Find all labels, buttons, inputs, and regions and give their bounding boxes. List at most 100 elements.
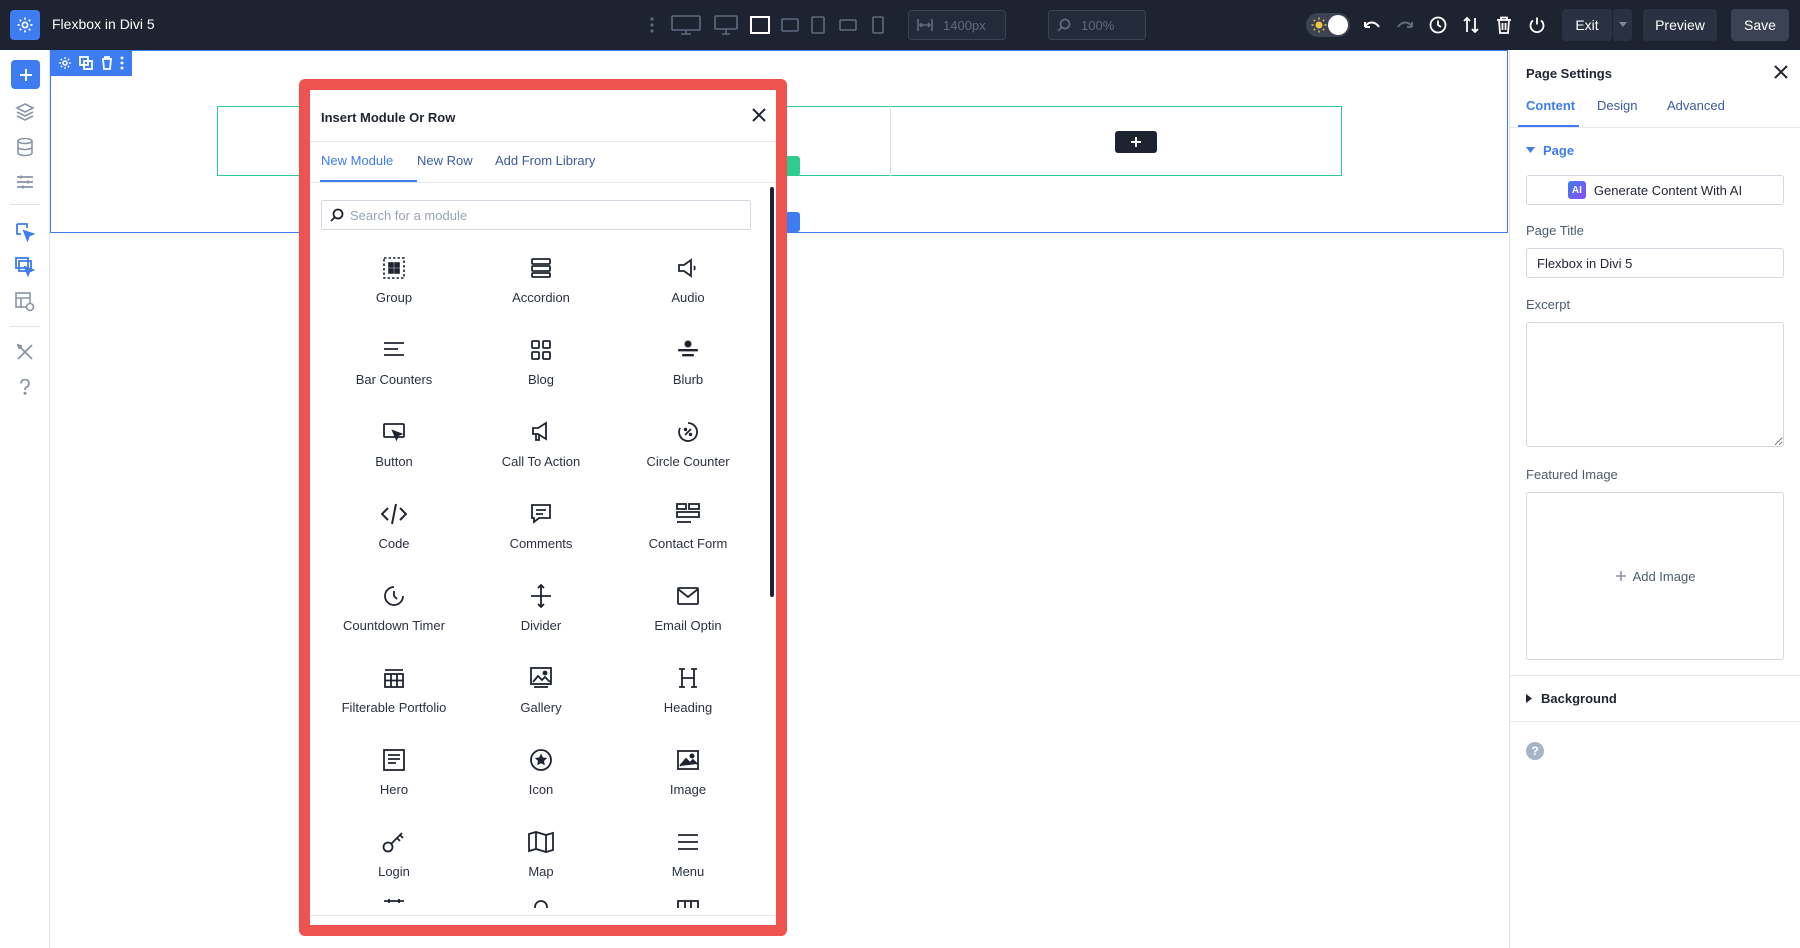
view-wireframe-button[interactable] xyxy=(748,13,772,37)
light-dark-toggle[interactable] xyxy=(1306,13,1350,37)
history-button[interactable] xyxy=(1426,13,1450,37)
tab-advanced[interactable]: Advanced xyxy=(1667,98,1725,113)
tab-content[interactable]: Content xyxy=(1526,98,1575,113)
undo-button[interactable] xyxy=(1360,13,1384,37)
module-label: Bar Counters xyxy=(356,372,433,387)
group-background-toggle[interactable]: Background xyxy=(1526,691,1617,706)
redo-button[interactable] xyxy=(1393,13,1417,37)
module-bar-counters[interactable]: Bar Counters xyxy=(321,322,467,394)
tab-new-row[interactable]: New Row xyxy=(417,153,473,168)
view-tablet-button[interactable] xyxy=(806,13,830,37)
module-email-optin[interactable]: Email Optin xyxy=(615,568,761,640)
section-more-icon[interactable] xyxy=(120,56,124,70)
more-options-button[interactable] xyxy=(640,13,664,37)
help-icon[interactable]: ? xyxy=(1526,742,1544,760)
module-icon[interactable]: Icon xyxy=(468,732,614,804)
module-code[interactable]: Code xyxy=(321,486,467,558)
template-button[interactable] xyxy=(13,290,37,314)
ai-icon: AI xyxy=(1568,181,1586,199)
exit-dropdown-button[interactable] xyxy=(1612,9,1632,41)
generate-ai-button[interactable]: AI Generate Content With AI xyxy=(1526,175,1784,205)
module-blog[interactable]: Blog xyxy=(468,322,614,394)
section-delete-icon[interactable] xyxy=(101,56,113,70)
module-button[interactable]: Button xyxy=(321,404,467,476)
module-group[interactable]: Group xyxy=(321,240,467,312)
module-circle-counter[interactable]: Circle Counter xyxy=(615,404,761,476)
gallery-icon xyxy=(530,667,552,689)
modal-close-button[interactable] xyxy=(752,108,768,124)
table-icon xyxy=(677,898,699,908)
module-label: Blurb xyxy=(673,372,703,387)
section-settings-icon[interactable] xyxy=(58,56,72,70)
module-label: Button xyxy=(375,454,413,469)
global-settings-button[interactable] xyxy=(13,170,37,194)
select-tool-button[interactable] xyxy=(13,220,37,244)
module-label: Login xyxy=(378,864,410,879)
view-phone-button[interactable] xyxy=(866,13,890,37)
view-phone-landscape-button[interactable] xyxy=(836,13,860,37)
preview-button[interactable]: Preview xyxy=(1643,9,1717,41)
login-key-icon xyxy=(382,831,406,853)
view-desktop-large-button[interactable] xyxy=(670,13,702,37)
section-duplicate-icon[interactable] xyxy=(79,56,93,70)
section-toolbar xyxy=(50,50,132,76)
multi-select-button[interactable] xyxy=(13,255,37,279)
save-button[interactable]: Save xyxy=(1731,9,1789,41)
portability-button[interactable] xyxy=(1459,13,1483,37)
module-countdown-timer[interactable]: Countdown Timer xyxy=(321,568,467,640)
clear-layout-button[interactable] xyxy=(1492,13,1516,37)
view-tablet-landscape-button[interactable] xyxy=(778,13,802,37)
button-icon xyxy=(383,421,405,443)
column-add-module-button[interactable] xyxy=(1115,131,1157,153)
module-comments[interactable]: Comments xyxy=(468,486,614,558)
settings-gear-button[interactable] xyxy=(10,10,40,40)
tools-button[interactable] xyxy=(13,340,37,364)
phone-landscape-icon xyxy=(839,19,857,31)
database-button[interactable] xyxy=(13,135,37,159)
tab-design[interactable]: Design xyxy=(1597,98,1637,113)
page-title-label: Page Title xyxy=(1526,223,1584,238)
module-map[interactable]: Map xyxy=(468,814,614,886)
help-button[interactable] xyxy=(13,375,37,399)
module-blurb[interactable]: Blurb xyxy=(615,322,761,394)
featured-image-upload[interactable]: Add Image xyxy=(1526,492,1784,660)
module-partial[interactable] xyxy=(468,896,614,908)
module-call-to-action[interactable]: Call To Action xyxy=(468,404,614,476)
clock-icon xyxy=(1429,16,1447,34)
module-partial[interactable] xyxy=(321,896,467,908)
module-search-input[interactable] xyxy=(350,201,746,229)
exit-button[interactable]: Exit xyxy=(1562,9,1612,41)
power-icon xyxy=(1528,16,1546,34)
filterable-portfolio-icon xyxy=(383,667,405,689)
module-label: Blog xyxy=(528,372,554,387)
module-image[interactable]: Image xyxy=(615,732,761,804)
add-module-button[interactable] xyxy=(11,60,40,89)
module-filterable-portfolio[interactable]: Filterable Portfolio xyxy=(321,650,467,722)
tab-add-from-library[interactable]: Add From Library xyxy=(495,153,595,168)
page-title-input[interactable] xyxy=(1526,248,1784,278)
module-accordion[interactable]: Accordion xyxy=(468,240,614,312)
view-desktop-button[interactable] xyxy=(712,13,740,37)
zoom-field[interactable]: 100% xyxy=(1048,10,1146,40)
module-hero[interactable]: Hero xyxy=(321,732,467,804)
module-contact-form[interactable]: Contact Form xyxy=(615,486,761,558)
desktop-icon xyxy=(714,15,738,35)
module-audio[interactable]: Audio xyxy=(615,240,761,312)
module-login[interactable]: Login xyxy=(321,814,467,886)
excerpt-textarea[interactable] xyxy=(1526,322,1784,447)
module-menu[interactable]: Menu xyxy=(615,814,761,886)
module-gallery[interactable]: Gallery xyxy=(468,650,614,722)
group-page-toggle[interactable]: Page xyxy=(1526,143,1574,158)
panel-close-button[interactable] xyxy=(1774,65,1788,79)
canvas-width-field[interactable]: 1400px xyxy=(908,10,1006,40)
module-divider[interactable]: Divider xyxy=(468,568,614,640)
module-heading[interactable]: Heading xyxy=(615,650,761,722)
module-label: Hero xyxy=(380,782,408,797)
power-button[interactable] xyxy=(1525,13,1549,37)
tab-new-module[interactable]: New Module xyxy=(321,153,393,168)
tablet-icon xyxy=(811,16,825,34)
modal-scrollbar[interactable] xyxy=(770,187,774,597)
module-partial[interactable] xyxy=(615,896,761,908)
module-label: Divider xyxy=(521,618,561,633)
layers-button[interactable] xyxy=(13,100,37,124)
